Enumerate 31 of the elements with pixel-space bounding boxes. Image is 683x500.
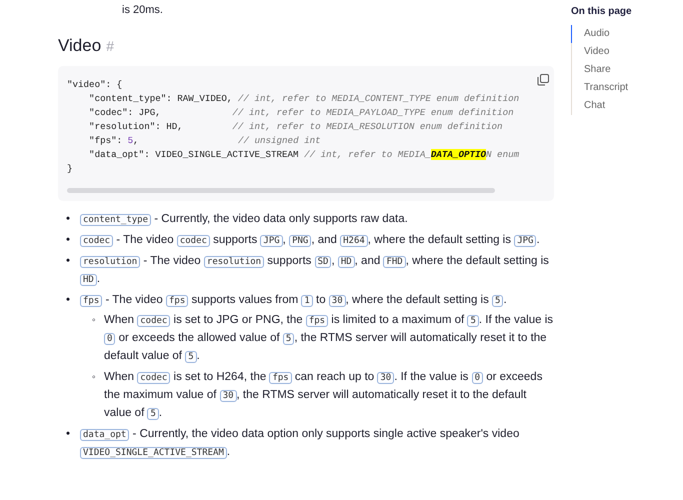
bullet-marker: • bbox=[66, 233, 72, 248]
toc-link[interactable]: Video bbox=[571, 43, 632, 61]
bullet-marker: • bbox=[66, 212, 72, 227]
bullet-marker: • bbox=[66, 293, 72, 308]
list-item-text: When codec is set to JPG or PNG, the fps is limited to a maximum of 5 . If the value is 0 or exceeds the allowed value of 5 , the RTMS server will automatically reset it to the default value of 5 . bbox=[104, 313, 554, 365]
bullet-marker: ◦ bbox=[92, 314, 97, 328]
bullet-marker: ◦ bbox=[92, 371, 97, 385]
bullet-marker: • bbox=[66, 254, 72, 269]
section-heading: Video bbox=[58, 36, 102, 56]
code-line: } bbox=[67, 162, 73, 176]
list-item-text: When codec is set to H264, the fps can reach up to 30 . If the value is 0 or exceeds the maximum value of 30 , the RTMS server will automatically reset it to the default value of 5 . bbox=[104, 370, 544, 422]
toc-link[interactable]: Transcript bbox=[571, 79, 632, 97]
list-item-text: content_type - Currently, the video data only supports raw data. bbox=[80, 211, 408, 229]
scrollbar[interactable] bbox=[67, 188, 495, 193]
code-line: "video": { bbox=[67, 78, 122, 92]
code-line: "fps": 5, // unsigned int bbox=[88, 134, 321, 148]
code-line: "data_opt": VIDEO_SINGLE_ACTIVE_STREAM // int, refer to MEDIA_DATA_OPTION enum bbox=[88, 148, 520, 162]
list-item-text: fps - The video fps supports values from 1 to 30 , where the default setting is 5 . bbox=[80, 292, 507, 310]
list-item-text: data_opt - Currently, the video data option only supports single active speaker's video VIDEO_SINGLE_ACTIVE_STREAM . bbox=[80, 426, 554, 462]
toc-link[interactable]: Share bbox=[571, 61, 632, 79]
code-line: "resolution": HD, // int, refer to MEDIA_RESOLUTION enum definition bbox=[88, 120, 503, 134]
copy-icon[interactable] bbox=[537, 74, 549, 86]
paragraph-text: is 20ms. bbox=[122, 4, 163, 16]
toc-link[interactable]: Audio bbox=[571, 25, 632, 43]
toc-title: On this page bbox=[571, 6, 632, 17]
bullet-marker: • bbox=[66, 427, 72, 442]
list-item-text: resolution - The video resolution supports SD , HD , and FHD , where the default setting is HD . bbox=[80, 253, 554, 289]
toc-link[interactable]: Chat bbox=[571, 97, 632, 115]
list-item-text: codec - The video codec supports JPG , PNG , and H264 , where the default setting is JPG . bbox=[80, 232, 540, 250]
code-line: "codec": JPG, // int, refer to MEDIA_PAYLOAD_TYPE enum definition bbox=[88, 106, 514, 120]
code-line: "content_type": RAW_VIDEO, // int, refer to MEDIA_CONTENT_TYPE enum definition bbox=[88, 92, 520, 106]
